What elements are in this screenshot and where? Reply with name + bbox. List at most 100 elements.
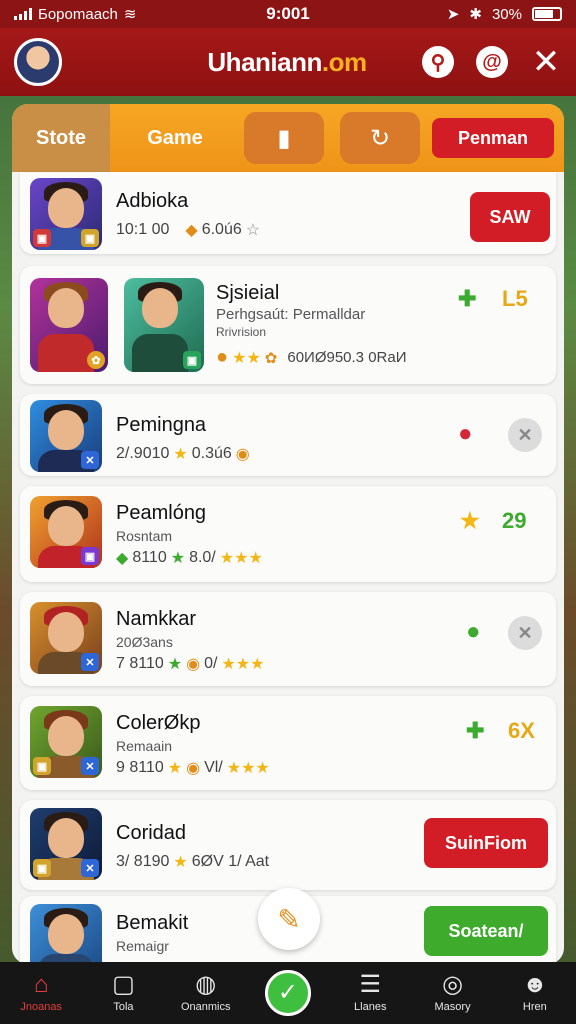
close-icon[interactable]: ✕ (530, 45, 562, 79)
tab-game[interactable]: Game (110, 104, 240, 172)
status-bar: Бopomaach ≋ 9:001 ➤ ✱ 30% (0, 0, 576, 28)
item-meta-secondary: Vl/ (204, 759, 223, 776)
item-subtitle: Rosntam (116, 528, 173, 544)
avatar[interactable] (14, 38, 62, 86)
record-icon: ◎ (442, 971, 464, 998)
nav-lanes[interactable]: ☰ Llanes (329, 962, 411, 1024)
game-thumbnail: ▣ ▣ (30, 178, 102, 250)
game-thumbnail (30, 904, 102, 964)
item-meta: ● ★★ ✿ 60ИØ950.3 0RaИ (216, 346, 407, 369)
nav-memory[interactable]: ◎ Masory (411, 962, 493, 1024)
star-icon: ☆ (245, 222, 261, 239)
item-meta: 10:1 00 ◆ 6.0ú6 ☆ (116, 220, 260, 240)
game-thumbnail: ▣ (30, 496, 102, 568)
saw-button[interactable]: SAW (470, 192, 550, 242)
game-thumbnail: ✿ (30, 278, 108, 372)
item-meta: 7 8110 ★ ◉ 0/ ★★★ (116, 654, 264, 674)
device-icon: ▢ (112, 971, 135, 998)
list-item[interactable]: ✕ Namkkar 20Ø3ans 7 8110 ★ ◉ 0/ ★★★ ● ✕ (20, 592, 556, 686)
play-icon: ✓ (264, 970, 311, 1016)
item-meta: 3/ 8190 ★ 6ØV 1/ Aat (116, 852, 269, 872)
star-icon[interactable]: ★ (460, 508, 480, 534)
list-item[interactable]: ✕ Pemingna 2/.9010 ★ 0.3ú6 ◉ ● ✕ (20, 394, 556, 476)
plus-icon[interactable]: ✚ (466, 718, 484, 744)
nav-home[interactable]: ⌂ Jnoanas (0, 962, 82, 1024)
item-meta: ◆ 8110 ★ 8.0/ ★★★ (116, 548, 263, 568)
location-pin-icon[interactable]: ● (466, 618, 481, 646)
nav-center[interactable]: ✓ (247, 962, 329, 1024)
item-meta-value: 8110 (132, 549, 167, 566)
star-icon: ★ (170, 550, 186, 567)
item-value: L5 (502, 286, 528, 311)
rating-stars: ★★★ (221, 656, 265, 673)
stream-button[interactable]: Soatean/ (424, 906, 548, 956)
home-icon: ⌂ (33, 971, 49, 998)
heart-icon[interactable]: ● (458, 420, 473, 448)
item-subtitle: 20Ø3ans (116, 634, 173, 650)
item-meta-value: 9 8110 (116, 759, 164, 776)
location-icon: ➤ (446, 6, 460, 23)
nav-tools[interactable]: ▢ Tola (82, 962, 164, 1024)
item-subtitle-2: Rrivrision (216, 325, 267, 339)
item-meta-secondary: 8.0/ (189, 549, 216, 566)
list-item[interactable]: ▣ ✕ ColerØkp Remaain 9 8110 ★ ◉ Vl/ ★★★ … (20, 696, 556, 790)
nav-label: Masory (434, 1001, 471, 1013)
star-icon: ★ (167, 760, 183, 777)
item-meta-secondary: 0.3ú6 (191, 445, 232, 462)
item-subtitle: Perhgsaút: Permalldar (216, 306, 366, 323)
item-meta-value: 2/.9010 (116, 445, 170, 462)
game-thumbnail: ✕ (30, 602, 102, 674)
tab-refresh-icon[interactable]: ↻ (340, 112, 420, 164)
search-icon[interactable]: ⚲ (422, 46, 454, 78)
item-title: Adbioka (116, 190, 189, 212)
plus-icon[interactable]: ✚ (458, 286, 476, 312)
item-meta: 9 8110 ★ ◉ Vl/ ★★★ (116, 758, 270, 778)
item-meta-value: 60ИØ950.3 0RaИ (287, 349, 407, 366)
item-meta-secondary: 6ØV 1/ Aat (191, 853, 270, 870)
star-icon: ★ (167, 656, 183, 673)
clock: 9:001 (266, 4, 310, 23)
item-title: Pemingna (116, 414, 207, 436)
list-item[interactable]: ✿ ▣ Sjsieial Perhgsaút: Permalldar Rrivr… (20, 266, 556, 384)
summon-button[interactable]: SuinFiom (424, 818, 548, 868)
game-thumbnail: ▣ ✕ (30, 706, 102, 778)
coin-icon: ✿ (264, 349, 278, 367)
item-subtitle: Remaigr (116, 938, 169, 954)
item-title: Peamlóng (116, 502, 207, 524)
list-item[interactable]: ▣ ✕ Coridad 3/ 8190 ★ 6ØV 1/ Aat SuinFio… (20, 800, 556, 890)
list-item[interactable]: ▣ ▣ Adbioka 10:1 00 ◆ 6.0ú6 ☆ SAW (20, 172, 556, 254)
rating-stars: ★★★ (219, 550, 263, 567)
item-title: Bemakit (116, 912, 189, 934)
tab-bar: Stote Game ▮ ↻ Penman (12, 104, 564, 180)
nav-dynamics[interactable]: ◍ Onanmics (165, 962, 247, 1024)
chat-icon: ◍ (195, 971, 217, 998)
nav-label: Llanes (354, 1001, 387, 1013)
item-title: Coridad (116, 822, 187, 844)
star-icon: ★★ (232, 349, 261, 367)
coin-icon: ◉ (186, 656, 201, 673)
main-panel: Stote Game ▮ ↻ Penman ▣ ▣ Adbioka 10:1 0… (12, 104, 564, 964)
item-title: ColerØkp (116, 712, 201, 734)
edit-fab-icon[interactable]: ✎ (258, 888, 320, 950)
nav-label: Jnoanas (20, 1001, 62, 1013)
list-icon: ☰ (359, 971, 382, 998)
game-thumbnail: ▣ ✕ (30, 808, 102, 880)
item-meta-value: 10:1 00 (116, 221, 170, 238)
battery-icon (532, 7, 562, 21)
penman-button[interactable]: Penman (432, 118, 554, 158)
list-item[interactable]: ▣ Peamlóng Rosntam ◆ 8110 ★ 8.0/ ★★★ ★ 2… (20, 486, 556, 582)
item-title: Namkkar (116, 608, 197, 630)
notifications-icon[interactable]: @ (476, 46, 508, 78)
gem-icon: ◆ (116, 550, 129, 567)
nav-profile[interactable]: ☻ Hren (494, 962, 576, 1024)
item-subtitle: Remaain (116, 738, 173, 754)
dismiss-icon[interactable]: ✕ (508, 616, 542, 650)
tab-store[interactable]: Stote (12, 104, 110, 180)
dismiss-icon[interactable]: ✕ (508, 418, 542, 452)
tab-document-icon[interactable]: ▮ (244, 112, 324, 164)
star-icon: ★ (173, 854, 188, 871)
bottom-nav: ⌂ Jnoanas ▢ Tola ◍ Onanmics ✓ ☰ Llanes ◎… (0, 962, 576, 1024)
coin-icon: ◉ (235, 446, 250, 463)
coin-icon: ◆ (185, 222, 198, 239)
app-bar: Uhaniann.om ⚲ @ ✕ (0, 28, 576, 96)
